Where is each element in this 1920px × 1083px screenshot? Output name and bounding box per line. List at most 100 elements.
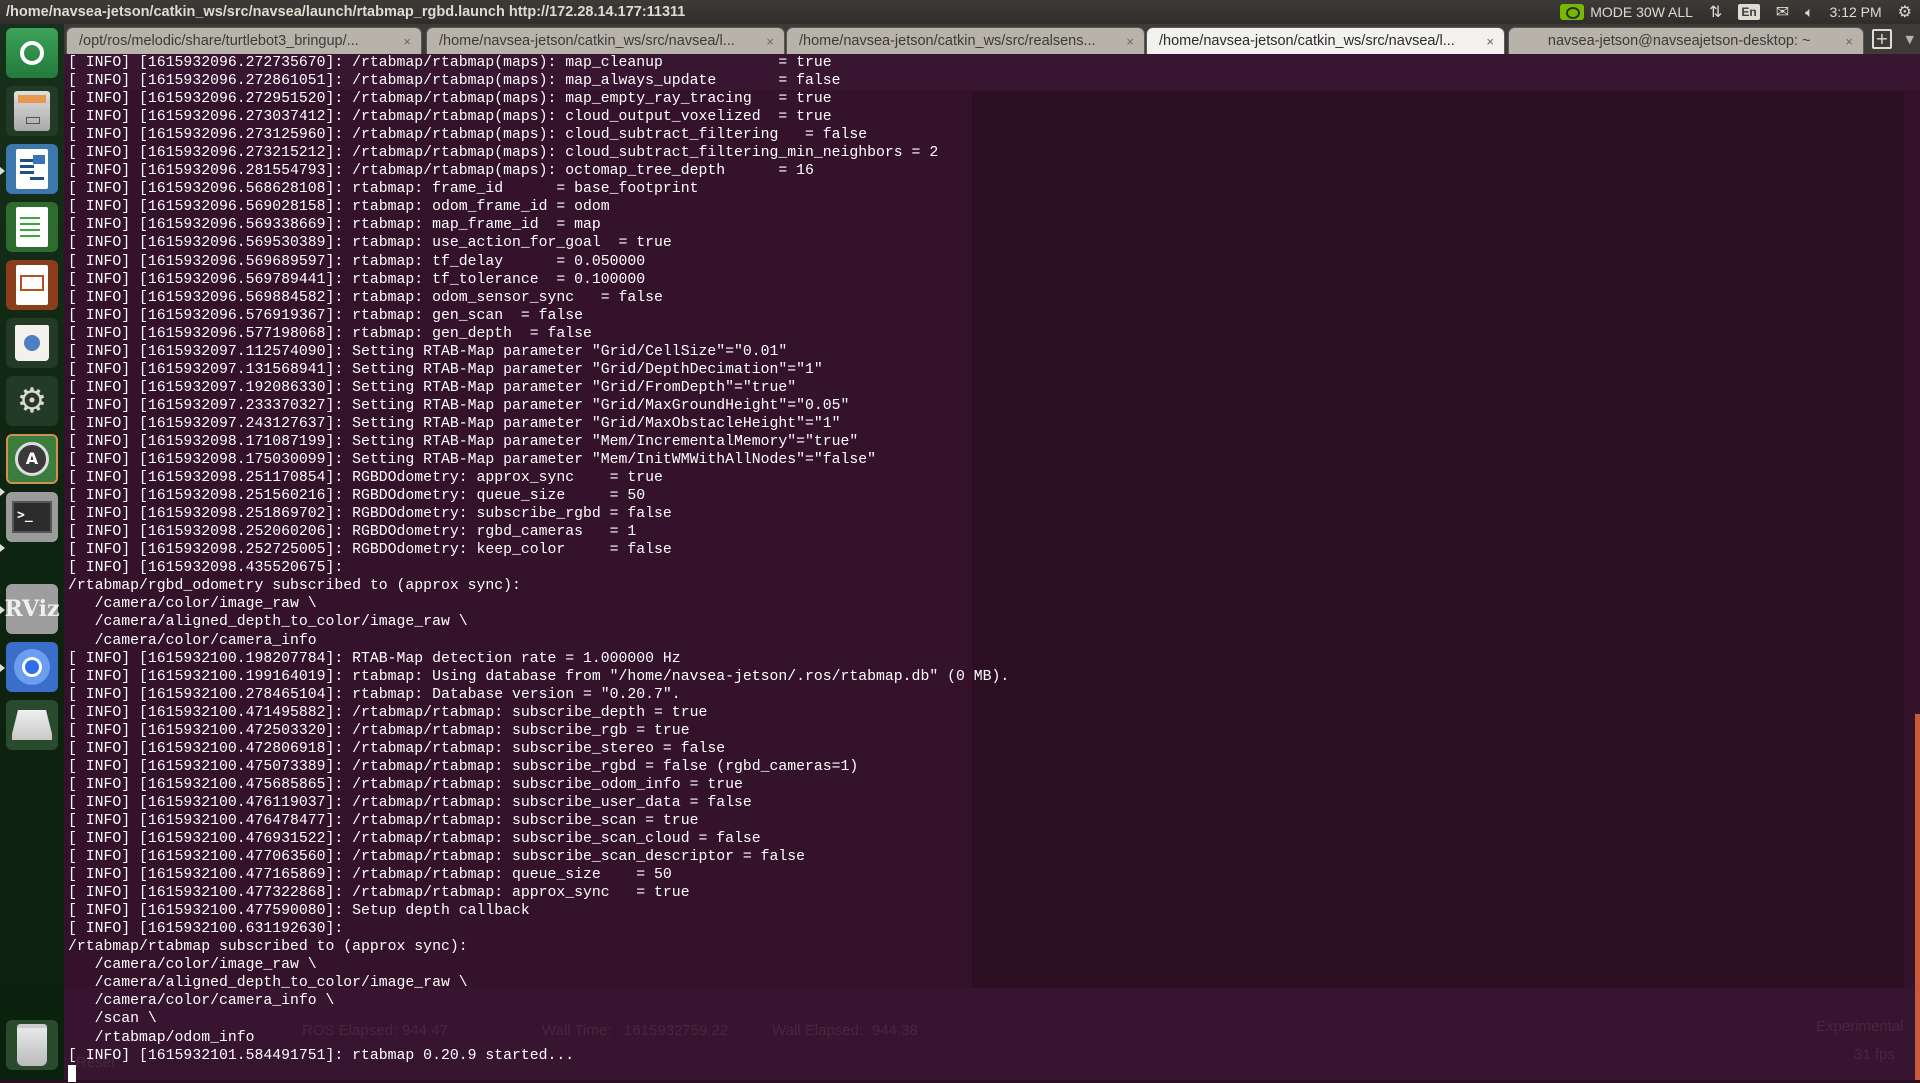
tab-label: /home/navsea-jetson/catkin_ws/src/realse… (799, 33, 1096, 49)
drive-icon[interactable] (6, 700, 58, 750)
running-indicator (0, 664, 5, 672)
chromium-icon[interactable] (6, 642, 58, 692)
terminal-line: [ INFO] [1615932100.477063560]: /rtabmap… (68, 849, 806, 866)
terminal-line: /rtabmap/rgbd_odometry subscribed to (ap… (68, 578, 521, 595)
nvidia-power-mode-indicator[interactable]: MODE 30W ALL (1552, 0, 1701, 24)
terminal-line: [ INFO] [1615932100.477322868]: /rtabmap… (68, 885, 690, 902)
software-center-icon[interactable] (6, 318, 58, 368)
tab-label: /opt/ros/melodic/share/turtlebot3_bringu… (79, 33, 359, 49)
ubuntu-dash-icon[interactable] (6, 28, 58, 78)
terminal-line: [ INFO] [1615932100.471495882]: /rtabmap… (68, 704, 708, 721)
terminal-line: [ INFO] [1615932100.472806918]: /rtabmap… (68, 740, 726, 757)
terminal-line: [ INFO] [1615932098.252725005]: RGBDOdom… (68, 542, 672, 559)
terminal-line: /camera/color/image_raw \ (68, 957, 317, 974)
terminal-line: /rtabmap/odom_info (68, 1029, 255, 1046)
nvidia-mode-label: MODE 30W ALL (1590, 4, 1693, 20)
terminal-line: [ INFO] [1615932100.476931522]: /rtabmap… (68, 831, 761, 848)
tab-navsea-launch-1[interactable]: /home/navsea-jetson/catkin_ws/src/navsea… (426, 27, 785, 54)
terminal-line: [ INFO] [1615932100.198207784]: RTAB-Map… (68, 650, 681, 667)
terminal-line: [ INFO] [1615932096.577198068]: rtabmap:… (68, 325, 592, 342)
tab-label: navsea-jetson@navseajetson-desktop: ~ (1547, 33, 1811, 49)
terminal-line: /rtabmap/rtabmap subscribed to (approx s… (68, 939, 468, 956)
tab-home-shell[interactable]: navsea-jetson@navseajetson-desktop: ~ × (1508, 27, 1864, 54)
mail-icon[interactable]: ✉ (1768, 0, 1797, 24)
terminal-line: /camera/aligned_depth_to_color/image_raw… (68, 614, 468, 631)
terminal-line: [ INFO] [1615932100.477590080]: Setup de… (68, 903, 530, 920)
tab-label: /home/navsea-jetson/catkin_ws/src/navsea… (439, 33, 735, 49)
close-icon[interactable]: × (1486, 34, 1494, 49)
close-icon[interactable]: × (1126, 34, 1134, 49)
terminal-line: [ INFO] [1615932097.131568941]: Setting … (68, 361, 823, 378)
terminal-scrollbar[interactable] (1915, 714, 1920, 1080)
text-cursor (68, 1064, 76, 1082)
nvidia-icon (1560, 4, 1585, 20)
libreoffice-impress-icon[interactable] (6, 260, 58, 310)
window-title: /home/navsea-jetson/catkin_ws/src/navsea… (6, 4, 686, 20)
terminal-line: [ INFO] [1615932098.175030099]: Setting … (68, 452, 877, 469)
keyboard-layout-label: En (1738, 4, 1760, 20)
tab-bar: /opt/ros/melodic/share/turtlebot3_bringu… (64, 24, 1920, 54)
libreoffice-calc-icon[interactable] (6, 202, 58, 252)
system-settings-icon[interactable]: ⚙ (6, 376, 58, 426)
close-icon[interactable]: × (403, 34, 411, 49)
running-indicator (0, 488, 5, 496)
keyboard-layout-indicator[interactable]: En (1730, 0, 1767, 24)
terminal-line: /scan \ (68, 1011, 157, 1028)
terminal-line: [ INFO] [1615932100.475073389]: /rtabmap… (68, 758, 859, 775)
terminal-line: /camera/color/camera_info (68, 632, 317, 649)
terminal-line: [ INFO] [1615932096.568628108]: rtabmap:… (68, 181, 699, 198)
terminal-line: [ INFO] [1615932097.243127637]: Setting … (68, 415, 841, 432)
terminal-line: [ INFO] [1615932096.273215212]: /rtabmap… (68, 145, 939, 162)
top-panel: /home/navsea-jetson/catkin_ws/src/navsea… (0, 0, 1920, 24)
terminal-line: [ INFO] [1615932096.272861051]: /rtabmap… (68, 73, 841, 90)
terminal-line: [ INFO] [1615932096.569689597]: rtabmap:… (68, 253, 646, 270)
terminal-line: /camera/color/camera_info \ (68, 993, 335, 1010)
terminal-line: [ INFO] [1615932096.272735670]: /rtabmap… (68, 55, 832, 71)
power-gear-icon[interactable]: ⚙ (1890, 0, 1920, 24)
libreoffice-writer-icon[interactable] (6, 144, 58, 194)
terminal-line: [ INFO] [1615932100.476119037]: /rtabmap… (68, 794, 752, 811)
terminal-line: [ INFO] [1615932100.278465104]: rtabmap:… (68, 686, 681, 703)
close-icon[interactable]: × (766, 34, 774, 49)
tab-turtlebot3-bringup[interactable]: /opt/ros/melodic/share/turtlebot3_bringu… (66, 27, 422, 54)
terminal-line: [ INFO] [1615932098.171087199]: Setting … (68, 433, 859, 450)
terminal-line: [ INFO] [1615932096.281554793]: /rtabmap… (68, 163, 814, 180)
clock[interactable]: 3:12 PM (1822, 0, 1890, 24)
trash-icon[interactable] (6, 1020, 58, 1070)
tab-label: /home/navsea-jetson/catkin_ws/src/navsea… (1159, 33, 1455, 49)
terminal-line: [ INFO] [1615932100.199164019]: rtabmap:… (68, 668, 1010, 685)
new-tab-icon[interactable]: + (1872, 29, 1892, 49)
terminal-line: [ INFO] [1615932096.569530389]: rtabmap:… (68, 235, 672, 252)
terminal-line: /camera/aligned_depth_to_color/image_raw… (68, 975, 468, 992)
terminal-line: [ INFO] [1615932096.272951520]: /rtabmap… (68, 91, 832, 108)
terminal-line: [ INFO] [1615932096.569884582]: rtabmap:… (68, 289, 663, 306)
terminal-line: [ INFO] [1615932097.112574090]: Setting … (68, 343, 788, 360)
terminal-line: [ INFO] [1615932098.435520675]: (68, 560, 353, 577)
terminal-line: [ INFO] [1615932100.477165869]: /rtabmap… (68, 867, 672, 884)
terminal-line: [ INFO] [1615932100.475685865]: /rtabmap… (68, 776, 743, 793)
launcher: ⚙ A >_ RViz (0, 24, 65, 1080)
running-indicator (0, 544, 5, 552)
terminal-line: [ INFO] [1615932100.631192630]: (68, 921, 353, 938)
chevron-down-icon[interactable]: ▼ (1906, 33, 1914, 46)
software-updater-icon[interactable]: A (6, 434, 58, 484)
terminal-line: [ INFO] [1615932096.569338669]: rtabmap:… (68, 217, 601, 234)
terminal-line: [ INFO] [1615932098.252060206]: RGBDOdom… (68, 524, 637, 541)
volume-icon[interactable]: 🔈︎ (1797, 0, 1821, 24)
rviz-icon[interactable]: RViz (4, 584, 60, 634)
terminal-line: [ INFO] [1615932096.273125960]: /rtabmap… (68, 127, 868, 144)
tab-navsea-launch-active[interactable]: /home/navsea-jetson/catkin_ws/src/navsea… (1146, 27, 1505, 54)
terminal-line: [ INFO] [1615932096.569028158]: rtabmap:… (68, 199, 610, 216)
terminal-line: [ INFO] [1615932101.584491751]: rtabmap … (68, 1047, 575, 1064)
terminal-icon[interactable]: >_ (6, 492, 58, 542)
terminal-line: [ INFO] [1615932100.476478477]: /rtabmap… (68, 812, 699, 829)
terminal-line: [ INFO] [1615932098.251560216]: RGBDOdom… (68, 488, 646, 505)
close-icon[interactable]: × (1845, 34, 1853, 49)
terminal-line: [ INFO] [1615932097.233370327]: Setting … (68, 397, 850, 414)
files-icon[interactable] (6, 86, 58, 136)
terminal-line: [ INFO] [1615932098.251869702]: RGBDOdom… (68, 506, 672, 523)
network-icon[interactable]: ⇅ (1701, 0, 1730, 24)
terminal-output[interactable]: [ INFO] [1615932096.272735670]: /rtabmap… (68, 54, 1009, 1083)
tab-realsense[interactable]: /home/navsea-jetson/catkin_ws/src/realse… (786, 27, 1145, 54)
terminal-line: [ INFO] [1615932096.273037412]: /rtabmap… (68, 109, 832, 126)
